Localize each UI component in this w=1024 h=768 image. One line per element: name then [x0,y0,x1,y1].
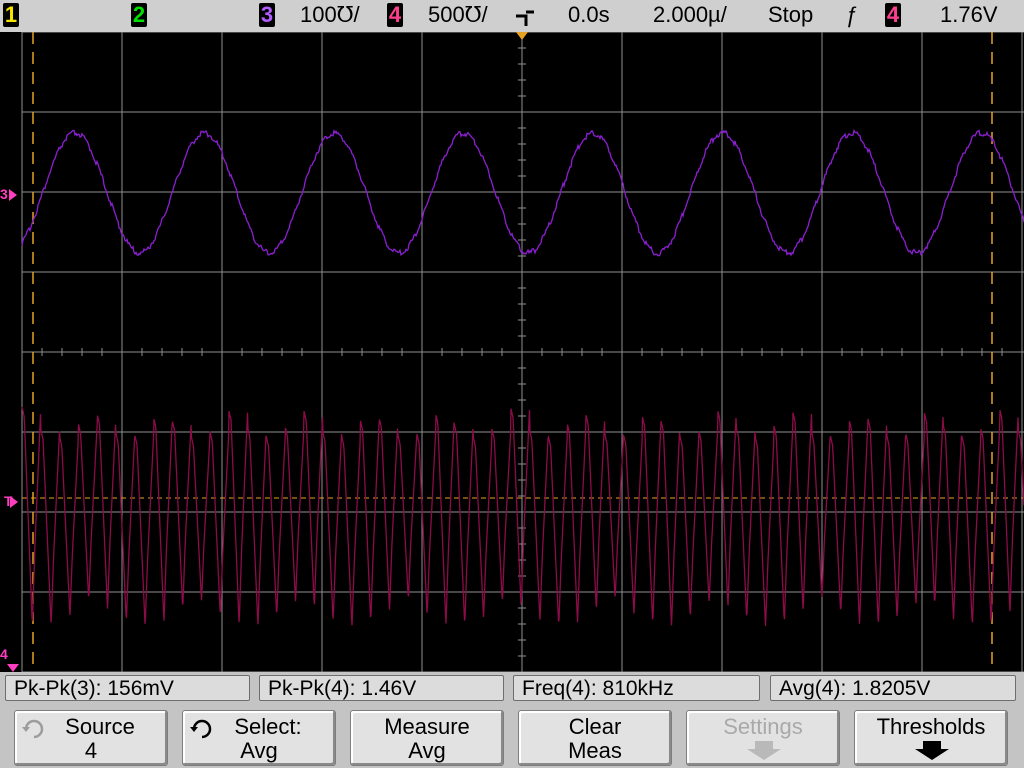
settings-label: Settings [723,714,803,739]
trigger-slope-icon: ƒ [845,2,858,27]
trigger-source-number: 4 [886,2,900,27]
time-reference-icon [516,10,534,26]
measurement-bar: Pk-Pk(3): 156mV Pk-Pk(4): 1.46V Freq(4):… [0,672,1024,706]
status-bar: 1 2 3 100℧/ 4 500℧/ 0.0s 2.000µ/ Stop ƒ … [0,0,1024,32]
channel-4-scale: 500℧/ [428,2,488,27]
thresholds-label: Thresholds [876,714,986,739]
measurement-pkpk-ch3: Pk-Pk(3): 156mV [5,675,250,701]
softkey-bar: Source 4 Select: Avg Measure Avg Clear M… [0,706,1024,768]
waveform-display[interactable]: 3 T 4 [0,32,1024,672]
run-state: Stop [768,2,814,27]
select-softkey[interactable]: Select: Avg [182,710,336,766]
channel-3-number: 3 [260,2,274,27]
clear-label: Clear [568,714,622,739]
channel-3-ground-marker: 3 [0,186,8,202]
select-value: Avg [240,738,278,763]
channel-3-trace [21,128,1024,257]
clear-meas-softkey[interactable]: Clear Meas [518,710,672,766]
channel-2-indicator[interactable]: 2 [131,3,147,27]
measurement-avg-ch4: Avg(4): 1.8205V [770,675,1016,701]
measurement-pkpk-ch4: Pk-Pk(4): 1.46V [259,675,504,701]
channel-1-number: 1 [4,2,18,27]
channel-1-indicator[interactable]: 1 [3,3,19,27]
channel-4-marker-arrow [7,664,19,672]
source-softkey[interactable]: Source 4 [14,710,168,766]
rotate-knob-icon [190,719,212,739]
down-arrow-icon [915,741,949,760]
channel-3-marker-arrow [9,189,17,201]
channel-3-scale: 100℧/ [300,2,360,27]
thresholds-softkey[interactable]: Thresholds [854,710,1008,766]
source-value: 4 [84,738,98,763]
settings-softkey[interactable]: Settings [686,710,840,766]
measure-softkey[interactable]: Measure Avg [350,710,504,766]
trigger-level: 1.76V [940,2,998,27]
channel-4-ground-marker: 4 [0,646,8,662]
trigger-source-indicator[interactable]: 4 [885,3,901,27]
channel-3-indicator[interactable]: 3 [259,3,275,27]
measurement-freq-ch4: Freq(4): 810kHz [513,675,760,701]
measure-label: Measure [384,714,470,739]
time-offset: 0.0s [568,2,610,27]
clear-value: Meas [568,738,622,763]
select-label: Select: [234,714,302,739]
channel-2-number: 2 [132,2,146,27]
rotate-knob-icon [22,719,44,739]
channel-4-number: 4 [388,2,402,27]
scope-graticule [7,32,1024,672]
time-scale: 2.000µ/ [653,2,727,27]
source-label: Source [65,714,135,739]
channel-4-trace [21,406,1024,627]
channel-4-indicator[interactable]: 4 [387,3,403,27]
trigger-level-marker: T [4,493,13,509]
measure-value: Avg [408,738,446,763]
trigger-position-marker [516,32,528,40]
down-arrow-icon [747,741,781,760]
